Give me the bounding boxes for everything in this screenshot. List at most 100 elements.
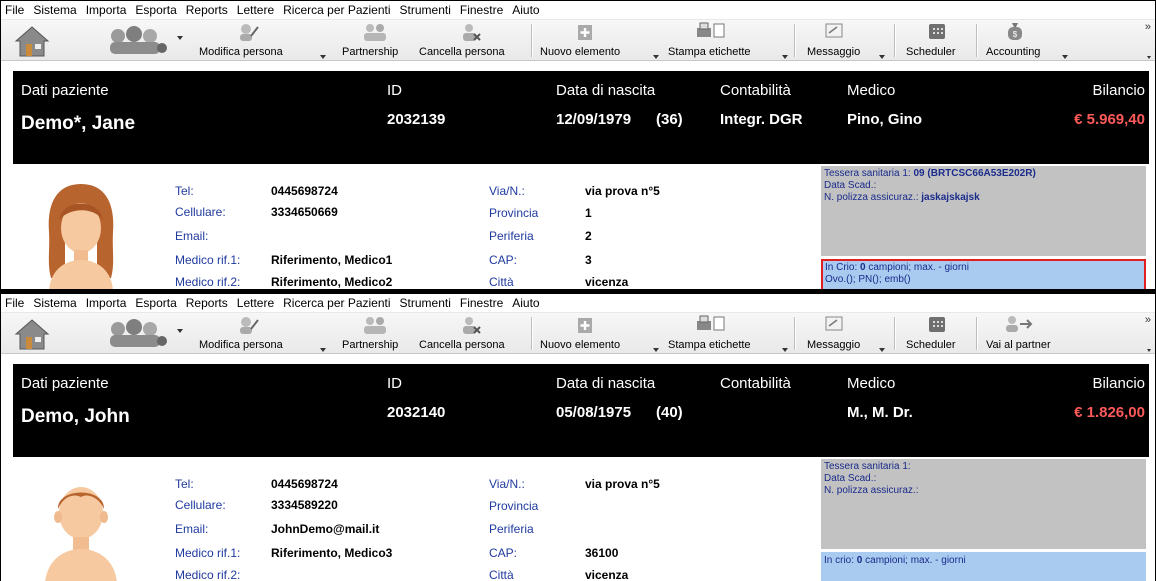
calendar-icon <box>929 24 945 39</box>
tessera-panel[interactable]: Tessera sanitaria 1: Data Scad.: N. poli… <box>821 459 1146 549</box>
tessera-line: Tessera sanitaria 1: 09 (BRTCSC66A53E202… <box>824 168 1143 180</box>
menu-finestre[interactable]: Finestre <box>460 296 503 310</box>
menu-reports[interactable]: Reports <box>186 3 228 17</box>
data-scad-label: Data Scad.: <box>824 473 877 484</box>
scheduler-button[interactable]: Scheduler <box>906 313 968 354</box>
cancella-persona-button[interactable]: Cancella persona <box>419 313 517 354</box>
patient-pane-john: File Sistema Importa Esporta Reports Let… <box>0 293 1156 581</box>
accounting-dropdown-arrow[interactable] <box>1062 55 1068 59</box>
messaggio-label: Messaggio <box>807 46 861 58</box>
home-icon <box>14 319 50 350</box>
menu-ricerca[interactable]: Ricerca per Pazienti <box>283 296 390 310</box>
toolbar-options-arrow[interactable] <box>1147 349 1151 352</box>
modifica-dropdown-arrow[interactable] <box>320 348 326 352</box>
stampa-etichette-label: Stampa etichette <box>668 46 751 58</box>
label-cap: CAP: <box>489 546 518 560</box>
label-id: ID <box>387 82 402 99</box>
stampa-dropdown-arrow[interactable] <box>782 55 788 59</box>
patient-balance: € 5.969,40 <box>1074 111 1145 128</box>
label-provincia: Provincia <box>489 206 539 220</box>
label-bilancio: Bilancio <box>1092 375 1145 392</box>
partnership-button[interactable]: Partnership <box>342 313 404 354</box>
menu-esporta[interactable]: Esporta <box>135 296 176 310</box>
menu-esporta[interactable]: Esporta <box>135 3 176 17</box>
menu-lettere[interactable]: Lettere <box>237 3 274 17</box>
stampa-dropdown-arrow[interactable] <box>782 348 788 352</box>
menu-reports[interactable]: Reports <box>186 296 228 310</box>
crio-panel[interactable]: In Crio: 0 campioni; max. - giorni Ovo.(… <box>821 259 1146 289</box>
menu-strumenti[interactable]: Strumenti <box>400 3 451 17</box>
menu-sistema[interactable]: Sistema <box>33 296 76 310</box>
messaggio-dropdown-arrow[interactable] <box>879 55 885 59</box>
modifica-persona-button[interactable]: Modifica persona <box>199 313 303 354</box>
menu-sistema[interactable]: Sistema <box>33 3 76 17</box>
tessera-line: Tessera sanitaria 1: <box>824 461 1143 473</box>
label-medico: Medico <box>847 82 896 99</box>
print-labels-icon <box>697 315 725 331</box>
stampa-etichette-button[interactable]: Stampa etichette <box>668 20 763 61</box>
polizza-line: N. polizza assicuraz.: <box>824 485 1143 497</box>
modifica-persona-button[interactable]: Modifica persona <box>199 20 303 61</box>
menu-aiuto[interactable]: Aiuto <box>512 3 539 17</box>
toolbar-options-arrow[interactable] <box>1147 56 1151 59</box>
patient-citta: vicenza <box>585 275 629 289</box>
menu-lettere[interactable]: Lettere <box>237 296 274 310</box>
people-icon <box>110 26 167 54</box>
people-button[interactable] <box>101 313 183 354</box>
tessera-panel[interactable]: Tessera sanitaria 1: 09 (BRTCSC66A53E202… <box>821 166 1146 256</box>
menu-ricerca[interactable]: Ricerca per Pazienti <box>283 3 390 17</box>
patient-medico: Pino, Gino <box>847 111 922 128</box>
patient-medico-rif1: Riferimento, Medico3 <box>271 546 393 560</box>
crio-suffix: campioni; max. - giorni <box>868 262 969 273</box>
accounting-button[interactable]: $ Accounting <box>986 20 1056 61</box>
people-dropdown-arrow[interactable] <box>177 329 183 333</box>
nuovo-dropdown-arrow[interactable] <box>653 348 659 352</box>
label-medico-rif1: Medico rif.1: <box>175 253 241 267</box>
modifica-persona-label: Modifica persona <box>199 46 283 58</box>
menu-file[interactable]: File <box>5 296 24 310</box>
people-dropdown-arrow[interactable] <box>177 36 183 40</box>
vai-al-partner-label: Vai al partner <box>986 339 1051 351</box>
partnership-icon <box>364 317 386 334</box>
people-button[interactable] <box>101 20 183 61</box>
patient-email[interactable]: JohnDemo@mail.it <box>271 522 379 536</box>
patient-cap: 36100 <box>585 546 619 560</box>
messaggio-dropdown-arrow[interactable] <box>879 348 885 352</box>
partnership-button[interactable]: Partnership <box>342 20 404 61</box>
messaggio-button[interactable]: Messaggio <box>807 20 869 61</box>
toolbar-overflow-icon[interactable]: » <box>1145 21 1151 33</box>
label-medico: Medico <box>847 375 896 392</box>
patient-contabilita: Integr. DGR <box>720 111 803 128</box>
label-cellulare: Cellulare: <box>175 205 226 219</box>
nuovo-elemento-button[interactable]: Nuovo elemento <box>540 313 630 354</box>
partnership-label: Partnership <box>342 46 399 58</box>
modifica-dropdown-arrow[interactable] <box>320 55 326 59</box>
patient-name: Demo, John <box>21 406 130 427</box>
menu-aiuto[interactable]: Aiuto <box>512 296 539 310</box>
scheduler-button[interactable]: Scheduler <box>906 20 968 61</box>
money-bag-icon: $ <box>1008 23 1022 40</box>
menu-strumenti[interactable]: Strumenti <box>400 296 451 310</box>
nuovo-elemento-button[interactable]: Nuovo elemento <box>540 20 630 61</box>
patient-medico-rif2: Riferimento, Medico2 <box>271 275 393 289</box>
nuovo-dropdown-arrow[interactable] <box>653 55 659 59</box>
crio-panel[interactable]: In crio: 0 campioni; max. - giorni <box>821 552 1146 581</box>
home-button[interactable] <box>9 313 55 354</box>
svg-text:$: $ <box>1013 30 1018 39</box>
home-button[interactable] <box>9 20 55 61</box>
patient-age: (36) <box>656 111 683 128</box>
menu-finestre[interactable]: Finestre <box>460 3 503 17</box>
nuovo-elemento-label: Nuovo elemento <box>540 339 621 351</box>
toolbar-overflow-icon[interactable]: » <box>1145 314 1151 326</box>
patient-cellulare: 3334650669 <box>271 205 338 219</box>
menu-importa[interactable]: Importa <box>86 3 127 17</box>
cancella-persona-button[interactable]: Cancella persona <box>419 20 517 61</box>
modifica-persona-label: Modifica persona <box>199 339 283 351</box>
label-medico-rif2: Medico rif.2: <box>175 275 241 289</box>
menu-importa[interactable]: Importa <box>86 296 127 310</box>
messaggio-button[interactable]: Messaggio <box>807 313 869 354</box>
menu-file[interactable]: File <box>5 3 24 17</box>
patient-header: Dati paziente Demo, John ID 2032140 Data… <box>13 364 1149 457</box>
vai-al-partner-button[interactable]: Vai al partner <box>986 313 1066 354</box>
stampa-etichette-button[interactable]: Stampa etichette <box>668 313 763 354</box>
